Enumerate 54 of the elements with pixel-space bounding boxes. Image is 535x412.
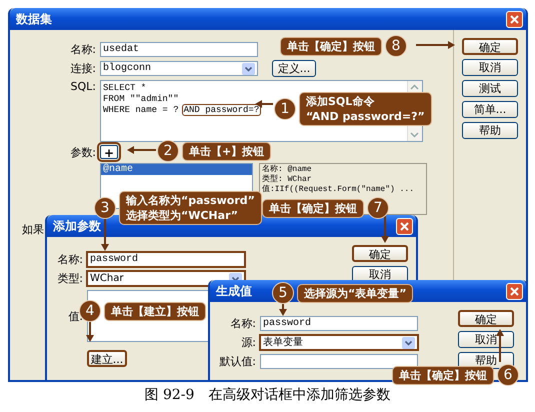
field-label: SQL: (70, 80, 97, 93)
add-button[interactable]: + (100, 145, 118, 159)
create-button[interactable]: 建立... (87, 350, 127, 367)
close-icon (510, 14, 519, 24)
dialog-button[interactable]: 确定 (462, 38, 518, 55)
text-field[interactable] (260, 354, 418, 369)
list-item[interactable]: @name (101, 164, 252, 175)
close-button[interactable] (506, 10, 523, 28)
field-label: 名称: (229, 316, 257, 331)
callout-tooltip: 单击【确定】按钮 (262, 198, 364, 218)
callout-tooltip: 单击【确定】按钮 (280, 36, 382, 56)
field-label: 名称: (69, 42, 97, 57)
window-title: 数据集 (16, 10, 52, 28)
window-title: 添加参数 (53, 218, 101, 234)
field-label: 类型: (56, 271, 84, 286)
dialog-button[interactable]: 简单... (462, 101, 518, 118)
callout-tooltip: 添加SQL命令 “AND password=?” (299, 92, 432, 126)
callout-tooltip: 选择源为“表单变量” (297, 284, 414, 302)
arrow (127, 146, 156, 154)
dropdown-field[interactable]: blogconn (100, 61, 258, 76)
arrow (279, 304, 287, 316)
figure-caption: 图 92-9 在高级对话框中添加筛选参数 (144, 386, 392, 404)
arrow (86, 321, 94, 342)
callout-tooltip: 单击【建立】按钮 (104, 302, 206, 320)
callout-tooltip: 输入名称为“password” 选择类型为“WCHar” (119, 191, 262, 225)
close-button[interactable] (396, 218, 413, 234)
dropdown-field[interactable]: 表单变量 (259, 334, 419, 351)
define-button[interactable]: 定义... (272, 60, 316, 77)
detail-text: 值:IIf((Request.Form("name") ... (262, 185, 416, 195)
arrow (496, 329, 504, 362)
field-label: 连接: (69, 61, 97, 76)
close-icon (400, 222, 409, 230)
arrow (416, 41, 455, 49)
dialog-button[interactable]: 确定 (458, 310, 514, 327)
text-field[interactable]: password (260, 316, 418, 331)
detail-text: 类型: WChar (262, 175, 313, 184)
callout-tooltip: 单击【+】按钮 (182, 142, 272, 160)
dialog-button[interactable]: 帮助 (462, 122, 518, 139)
close-icon (510, 286, 519, 296)
text-field[interactable]: password (86, 251, 246, 268)
dialog-button[interactable]: 取消 (458, 331, 514, 348)
text-field[interactable]: usedat (100, 42, 258, 57)
close-button[interactable] (506, 282, 523, 300)
field-label: 名称: (56, 252, 84, 267)
label-text: 如果 (22, 222, 44, 237)
field-label: 源: (240, 335, 257, 350)
dialog-button[interactable]: 测试 (462, 80, 518, 97)
field-label: 参数: (69, 145, 97, 160)
field-label: 默认值: (218, 354, 257, 369)
dialog-button[interactable]: 取消 (462, 59, 518, 76)
arrow (381, 216, 389, 243)
dialog-button[interactable]: 确定 (352, 245, 408, 262)
detail-text: 名称: @name (262, 165, 313, 174)
callout-tooltip: 单击【确定】按钮 (392, 366, 494, 384)
